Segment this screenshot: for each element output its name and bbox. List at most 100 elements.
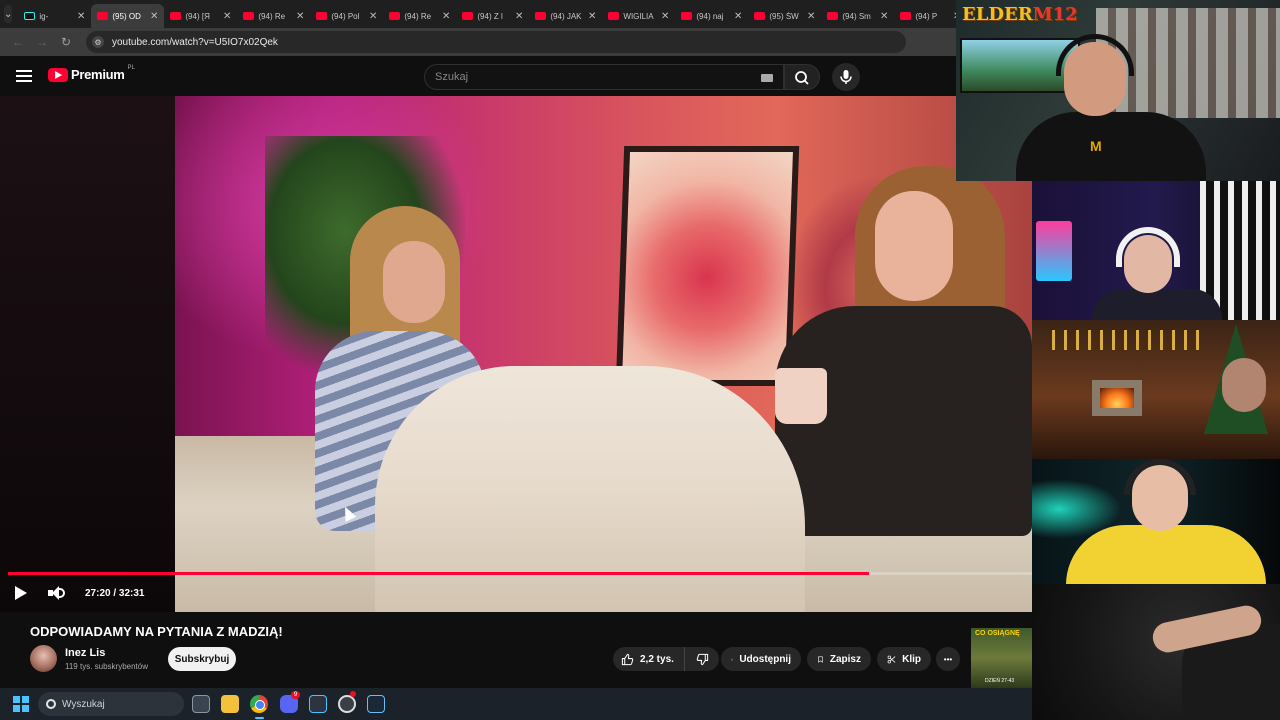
streamer-logo-suffix: M12 [1032, 4, 1078, 25]
tab-search-menu-icon[interactable]: ⌄ [4, 5, 13, 23]
channel-avatar[interactable] [30, 645, 57, 672]
logo-text: Premium [71, 67, 125, 82]
browser-tab-strip: ⌄ ig- ✕ (95) OD ✕ (94) [Я ✕ (94) Re ✕ (94) Pol ✕(… [0, 0, 961, 28]
xbox-app-icon[interactable] [309, 695, 327, 713]
christmas-lights [1052, 330, 1202, 350]
subscribe-button[interactable]: Subskrybuj [168, 647, 236, 671]
share-icon [731, 657, 734, 661]
close-tab-icon[interactable]: ✕ [515, 11, 523, 22]
voice-search-button[interactable] [832, 63, 860, 91]
keyboard-icon[interactable] [761, 74, 773, 82]
more-actions-button[interactable]: ••• [936, 647, 960, 671]
shirt-logo: M [1090, 138, 1102, 154]
taskbar-search[interactable]: Wyszukaj [38, 692, 184, 716]
recommended-video-thumbnail[interactable]: CO OSIĄGNĘ DZIEŃ 27-43 [971, 628, 1032, 688]
share-button[interactable]: Udostępnij [721, 647, 801, 671]
clip-button[interactable]: Klip [877, 647, 931, 671]
close-tab-icon[interactable]: ✕ [296, 11, 304, 22]
scissors-icon [887, 655, 896, 663]
browser-tab[interactable]: (94) Z l ✕ [456, 4, 529, 28]
youtube-icon [170, 12, 182, 20]
play-icon[interactable] [14, 586, 28, 600]
browser-tab[interactable]: (95) ŚW ✕ [748, 4, 821, 28]
browser-tab[interactable]: (94) Re ✕ [383, 4, 456, 28]
video-frame[interactable] [175, 96, 1032, 612]
file-explorer-icon[interactable] [221, 695, 239, 713]
browser-tab[interactable]: (95) OD ✕ [91, 4, 165, 28]
video-title: ODPOWIADAMY NA PYTANIA Z MADZIĄ! [30, 624, 283, 639]
browser-toolbar: ← → ↻ ⚙ youtube.com/watch?v=U5IO7x02Qek [0, 28, 956, 56]
youtube-icon [754, 12, 766, 20]
search-icon [46, 699, 56, 709]
headset-icon [1116, 227, 1180, 267]
progress-bar[interactable] [8, 572, 1032, 575]
thumbnail-subtext: DZIEŃ 27-43 [985, 678, 1015, 684]
steam-icon[interactable] [367, 695, 385, 713]
browser-tab[interactable]: WIGILIA ✕ [602, 4, 675, 28]
address-bar[interactable]: ⚙ youtube.com/watch?v=U5IO7x02Qek [86, 31, 906, 53]
close-tab-icon[interactable]: ✕ [223, 11, 231, 22]
streamer-logo: ELDERM12 [962, 4, 1078, 25]
close-tab-icon[interactable]: ✕ [734, 11, 742, 22]
browser-tab[interactable]: (94) Pol ✕ [310, 4, 383, 28]
video-side-area [0, 96, 175, 612]
tab-title: (94) Z l [477, 11, 503, 21]
close-tab-icon[interactable]: ✕ [150, 11, 158, 22]
clip-label: Klip [902, 653, 921, 665]
close-tab-icon[interactable]: ✕ [369, 11, 377, 22]
microphone-icon [840, 70, 852, 84]
dislike-button[interactable] [685, 647, 719, 671]
volume-icon[interactable] [48, 586, 66, 600]
menu-icon[interactable] [16, 70, 32, 82]
youtube-premium-logo[interactable]: Premium PL [48, 65, 135, 82]
youtube-icon [243, 12, 255, 20]
close-tab-icon[interactable]: ✕ [661, 11, 669, 22]
browser-tab[interactable]: (94) [Я ✕ [164, 4, 237, 28]
wall-poster [615, 146, 800, 386]
like-button[interactable]: 2,2 tys. [613, 647, 685, 671]
browser-tab[interactable]: ig- ✕ [18, 4, 91, 28]
channel-name[interactable]: Inez Lis [65, 647, 105, 659]
like-count: 2,2 tys. [640, 653, 674, 665]
search-placeholder: Szukaj [435, 71, 469, 83]
back-icon[interactable]: ← [8, 35, 28, 49]
close-tab-icon[interactable]: ✕ [77, 11, 85, 22]
close-tab-icon[interactable]: ✕ [880, 11, 888, 22]
save-button[interactable]: Zapisz [807, 647, 871, 671]
tab-title: (95) ŚW [769, 11, 799, 21]
tiktok-icon [24, 12, 36, 20]
forward-icon[interactable]: → [32, 35, 52, 49]
chrome-running-indicator [255, 717, 264, 719]
search-button[interactable] [784, 64, 820, 90]
chrome-icon[interactable] [250, 695, 268, 713]
tab-title: (94) Re [258, 11, 286, 21]
bookmark-icon [818, 656, 823, 663]
streamer-shirt [1016, 112, 1206, 181]
task-view-icon[interactable] [192, 695, 210, 713]
discord-badge: 9 [291, 691, 300, 699]
browser-tab[interactable]: (94) Sm ✕ [821, 4, 894, 28]
close-tab-icon[interactable]: ✕ [807, 11, 815, 22]
search-input[interactable]: Szukaj [424, 64, 784, 90]
close-tab-icon[interactable]: ✕ [588, 11, 596, 22]
youtube-icon [827, 12, 839, 20]
like-dislike-group: 2,2 tys. [613, 647, 719, 671]
browser-tab[interactable]: (94) JAK ✕ [529, 4, 602, 28]
site-info-icon[interactable]: ⚙ [92, 36, 104, 48]
subscriber-count: 119 tys. subskrybentów [65, 662, 149, 671]
tab-title: (94) JAK [550, 11, 582, 21]
share-label: Udostępnij [739, 653, 791, 665]
tab-title: (94) Re [404, 11, 432, 21]
browser-tab[interactable]: (94) Re ✕ [237, 4, 310, 28]
reload-icon[interactable]: ↻ [56, 35, 76, 49]
video-player[interactable]: 27:20 / 32:31 [0, 96, 1032, 612]
obs-icon[interactable] [338, 695, 356, 713]
tab-title: (94) naj [696, 11, 724, 21]
windows-start-icon[interactable] [13, 696, 29, 712]
youtube-play-icon [48, 67, 68, 82]
guest-1-shirt [1092, 289, 1222, 320]
rgb-pc-case [1036, 221, 1072, 281]
browser-tab[interactable]: (94) naj ✕ [675, 4, 748, 28]
close-tab-icon[interactable]: ✕ [442, 11, 450, 22]
tab-title: (94) [Я [185, 11, 210, 21]
